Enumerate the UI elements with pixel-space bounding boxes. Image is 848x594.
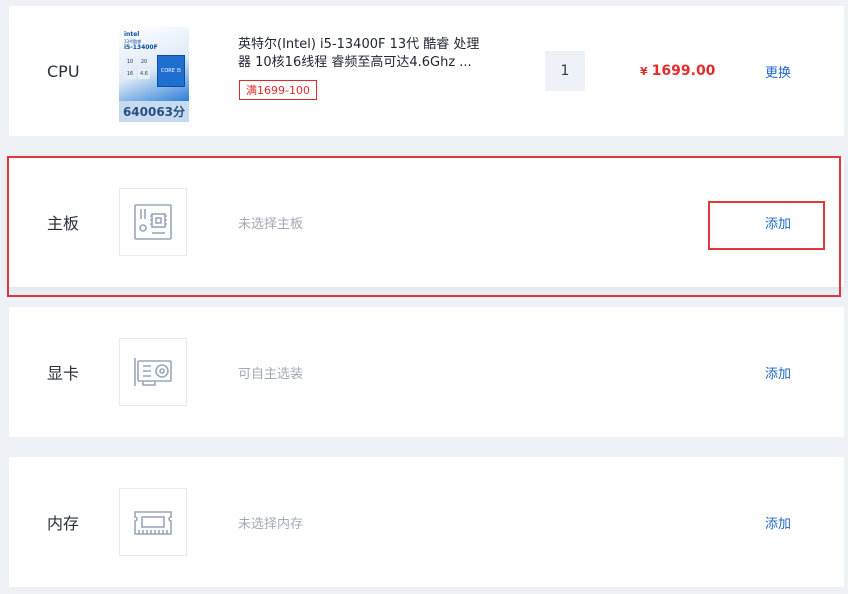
spec-value: 16 <box>124 69 136 79</box>
spec-value: 20 <box>138 57 150 67</box>
placeholder-text: 未选择内存 <box>238 516 304 532</box>
add-button[interactable]: 添加 <box>765 157 791 287</box>
motherboard-row: 主板 未选择主板 添加 <box>9 157 844 287</box>
category-label: 显卡 <box>47 364 80 383</box>
memory-row: 内存 未选择内存 添加 <box>9 457 844 587</box>
promo-badge: 满1699-100 <box>239 80 317 100</box>
motherboard-icon <box>119 188 187 256</box>
replace-button[interactable]: 更换 <box>765 6 791 136</box>
brand-logo: intel <box>124 31 140 38</box>
memory-icon <box>119 488 187 556</box>
add-button[interactable]: 添加 <box>765 457 791 587</box>
product-title[interactable]: 英特尔(Intel) i5-13400F 13代 酷睿 处理器 10核16线程 … <box>238 36 483 72</box>
spec-value: 4.6 <box>138 69 150 79</box>
spec-value: 10 <box>124 57 136 67</box>
price: ¥ 1699.00 <box>640 6 715 136</box>
placeholder-text: 未选择主板 <box>238 216 304 232</box>
category-label: CPU <box>47 61 80 81</box>
price-amount: 1699.00 <box>651 63 716 79</box>
category-label: 内存 <box>47 514 80 533</box>
quantity-field[interactable]: 1 <box>545 51 585 91</box>
add-button[interactable]: 添加 <box>765 307 791 437</box>
cpu-row: CPU intel 13代酷睿 i5-13400F 10 20 16 4.6 C… <box>9 6 844 136</box>
graphics-card-row: 显卡 可自主选装 添加 <box>9 307 844 437</box>
cpu-product-image[interactable]: intel 13代酷睿 i5-13400F 10 20 16 4.6 CORE … <box>119 27 189 122</box>
score-badge: 640063分 <box>119 101 189 122</box>
placeholder-text: 可自主选装 <box>238 366 304 382</box>
model-text: i5-13400F <box>124 44 158 51</box>
cpu-box-art: intel 13代酷睿 i5-13400F 10 20 16 4.6 CORE … <box>119 27 189 101</box>
graphics-card-icon <box>119 338 187 406</box>
chip-badge: CORE i5 <box>157 55 185 87</box>
currency-symbol: ¥ <box>640 64 648 78</box>
category-label: 主板 <box>47 214 80 233</box>
